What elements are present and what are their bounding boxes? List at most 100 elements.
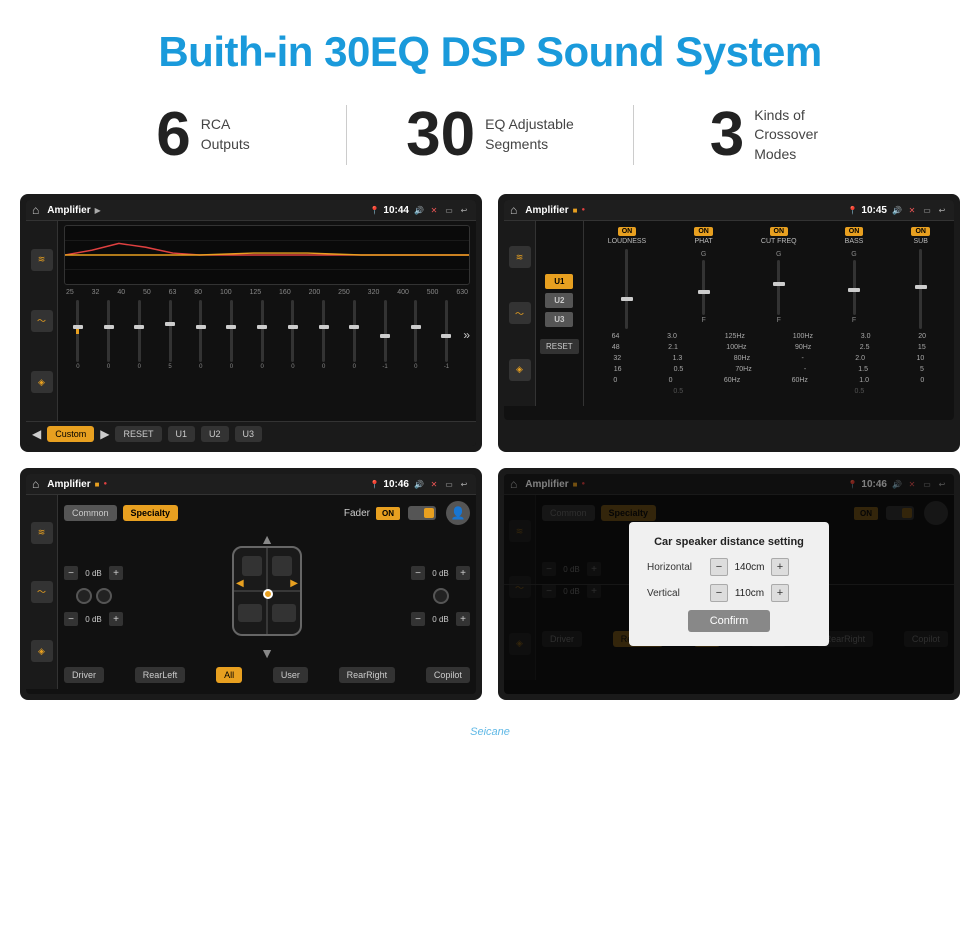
car-diagram: ▲	[222, 531, 312, 661]
eq-sidebar: ≋ 〜 ◈	[26, 221, 58, 421]
fader-left-bot-minus[interactable]: −	[64, 612, 78, 626]
seicane-watermark: Seicane	[0, 720, 980, 748]
loudness-slider[interactable]	[625, 249, 628, 329]
eq-slider-12[interactable]: -1	[433, 300, 461, 370]
eq-slider-11[interactable]: 0	[402, 300, 430, 370]
fader-profile-icon[interactable]: 👤	[446, 501, 470, 525]
eq-slider-5[interactable]: 0	[218, 300, 246, 370]
fader-sidebar: ≋ 〜 ◈	[26, 495, 58, 689]
fader-right-top-minus[interactable]: −	[411, 566, 425, 580]
fader-left-speakers	[76, 588, 112, 604]
fader-spkr-icon[interactable]: ◈	[31, 640, 53, 662]
bass-on-badge[interactable]: ON	[845, 227, 864, 236]
fader-right-top-plus[interactable]: +	[456, 566, 470, 580]
eq-u3-btn[interactable]: U3	[235, 426, 263, 442]
eq-u2-btn[interactable]: U2	[201, 426, 229, 442]
fader-down-arrow[interactable]: ▼	[260, 645, 274, 661]
dialog-horizontal-plus[interactable]: +	[771, 558, 789, 576]
phat-on-badge[interactable]: ON	[694, 227, 713, 236]
eq-speaker-icon[interactable]: ◈	[31, 371, 53, 393]
dist-screen-panel: ⌂ Amplifier ■ ● 📍 10:46 🔊 ✕ ▭ ↩ ≋ 〜	[498, 468, 960, 700]
dialog-vertical-minus[interactable]: −	[710, 584, 728, 602]
cutfreq-on-badge[interactable]: ON	[770, 227, 789, 236]
fader-left-top-plus[interactable]: +	[109, 566, 123, 580]
eq-reset-btn[interactable]: RESET	[115, 426, 161, 442]
amp-reset-btn[interactable]: RESET	[540, 339, 579, 354]
fader-app-title: Amplifier	[47, 479, 90, 490]
amp-status-bar: ⌂ Amplifier ■ ● 📍 10:45 🔊 ✕ ▭ ↩	[504, 200, 954, 221]
eq-u1-btn[interactable]: U1	[168, 426, 196, 442]
sub-on-badge[interactable]: ON	[911, 227, 930, 236]
eq-prev-btn[interactable]: ◀	[32, 427, 41, 441]
fader-back-icon[interactable]: ↩	[458, 479, 470, 489]
fader-rearleft-btn[interactable]: RearLeft	[135, 667, 186, 683]
fader-eq-icon[interactable]: ≋	[31, 522, 53, 544]
eq-slider-1[interactable]: 0	[95, 300, 123, 370]
fader-up-arrow[interactable]: ▲	[260, 531, 274, 547]
loudness-on-badge[interactable]: ON	[618, 227, 637, 236]
fader-on-toggle[interactable]: ON	[376, 507, 400, 520]
speaker-dist-dialog-overlay: Car speaker distance setting Horizontal …	[504, 474, 954, 694]
amp-u2-btn[interactable]: U2	[545, 293, 573, 308]
amp-u3-btn[interactable]: U3	[545, 312, 573, 327]
eq-wave-icon[interactable]: 〜	[31, 310, 53, 332]
fader-copilot-btn[interactable]: Copilot	[426, 667, 470, 683]
eq-slider-9[interactable]: 0	[340, 300, 368, 370]
amp-status-dot: ■	[573, 206, 578, 215]
eq-home-btn[interactable]: ⌂	[32, 203, 39, 217]
amp-speaker-icon[interactable]: ◈	[509, 359, 531, 381]
eq-slider-2[interactable]: 0	[125, 300, 153, 370]
fader-label: Fader	[344, 508, 370, 519]
fader-main: Common Specialty Fader ON 👤	[58, 495, 476, 689]
front-right-seat	[272, 556, 292, 576]
amp-wave-icon[interactable]: 〜	[509, 302, 531, 324]
fader-left-top-minus[interactable]: −	[64, 566, 78, 580]
amp-back-icon[interactable]: ↩	[936, 205, 948, 215]
eq-eq-icon[interactable]: ≋	[31, 249, 53, 271]
fader-wave-icon[interactable]: 〜	[31, 581, 53, 603]
fader-right-bot-minus[interactable]: −	[411, 612, 425, 626]
eq-more-icon[interactable]: »	[463, 328, 470, 342]
eq-slider-4[interactable]: 0	[187, 300, 215, 370]
eq-custom-btn[interactable]: Custom	[47, 426, 94, 442]
eq-screen-panel: ⌂ Amplifier ▶ 📍 10:44 🔊 ✕ ▭ ↩ ≋ 〜 ◈	[20, 194, 482, 452]
fader-toggle-switch[interactable]	[408, 506, 436, 520]
fader-left-arrow[interactable]: ◀	[236, 578, 244, 589]
fader-rearright-btn[interactable]: RearRight	[339, 667, 396, 683]
screens-grid: ⌂ Amplifier ▶ 📍 10:44 🔊 ✕ ▭ ↩ ≋ 〜 ◈	[0, 194, 980, 720]
fader-right-arrow[interactable]: ▶	[290, 578, 298, 589]
fader-home-btn[interactable]: ⌂	[32, 477, 39, 491]
eq-back-icon[interactable]: ↩	[458, 205, 470, 215]
stats-row: 6 RCAOutputs 30 EQ AdjustableSegments 3 …	[0, 94, 980, 194]
eq-slider-0[interactable]: 0	[64, 300, 92, 370]
fader-driver-btn[interactable]: Driver	[64, 667, 104, 683]
amp-u1-btn[interactable]: U1	[545, 274, 573, 289]
fader-left-bot-plus[interactable]: +	[109, 612, 123, 626]
fader-position-dot[interactable]	[263, 589, 273, 599]
bass-slider[interactable]	[853, 260, 856, 315]
eq-status-dot1: ▶	[95, 206, 101, 215]
eq-slider-7[interactable]: 0	[279, 300, 307, 370]
dialog-confirm-button[interactable]: Confirm	[688, 610, 771, 632]
eq-slider-8[interactable]: 0	[310, 300, 338, 370]
sub-slider[interactable]	[919, 249, 922, 329]
bass-label: BASS	[845, 238, 864, 245]
dialog-vertical-plus[interactable]: +	[771, 584, 789, 602]
stat-number-eq: 30	[406, 104, 475, 166]
fader-user-btn[interactable]: User	[273, 667, 308, 683]
fader-all-btn[interactable]: All	[216, 667, 242, 683]
cutfreq-slider[interactable]	[777, 260, 780, 315]
dialog-horizontal-minus[interactable]: −	[710, 558, 728, 576]
eq-slider-6[interactable]: 0	[248, 300, 276, 370]
fader-right-bot-plus[interactable]: +	[456, 612, 470, 626]
rear-left-seat	[238, 604, 262, 622]
eq-slider-3[interactable]: 5	[156, 300, 184, 370]
fader-specialty-tab[interactable]: Specialty	[123, 505, 179, 521]
amp-home-btn[interactable]: ⌂	[510, 203, 517, 217]
phat-slider[interactable]	[702, 260, 705, 315]
fader-common-tab[interactable]: Common	[64, 505, 117, 521]
fader-right-top-vol: − 0 dB +	[411, 566, 470, 580]
eq-slider-10[interactable]: -1	[371, 300, 399, 370]
amp-eq-icon[interactable]: ≋	[509, 246, 531, 268]
eq-next-btn[interactable]: ▶	[100, 427, 109, 441]
